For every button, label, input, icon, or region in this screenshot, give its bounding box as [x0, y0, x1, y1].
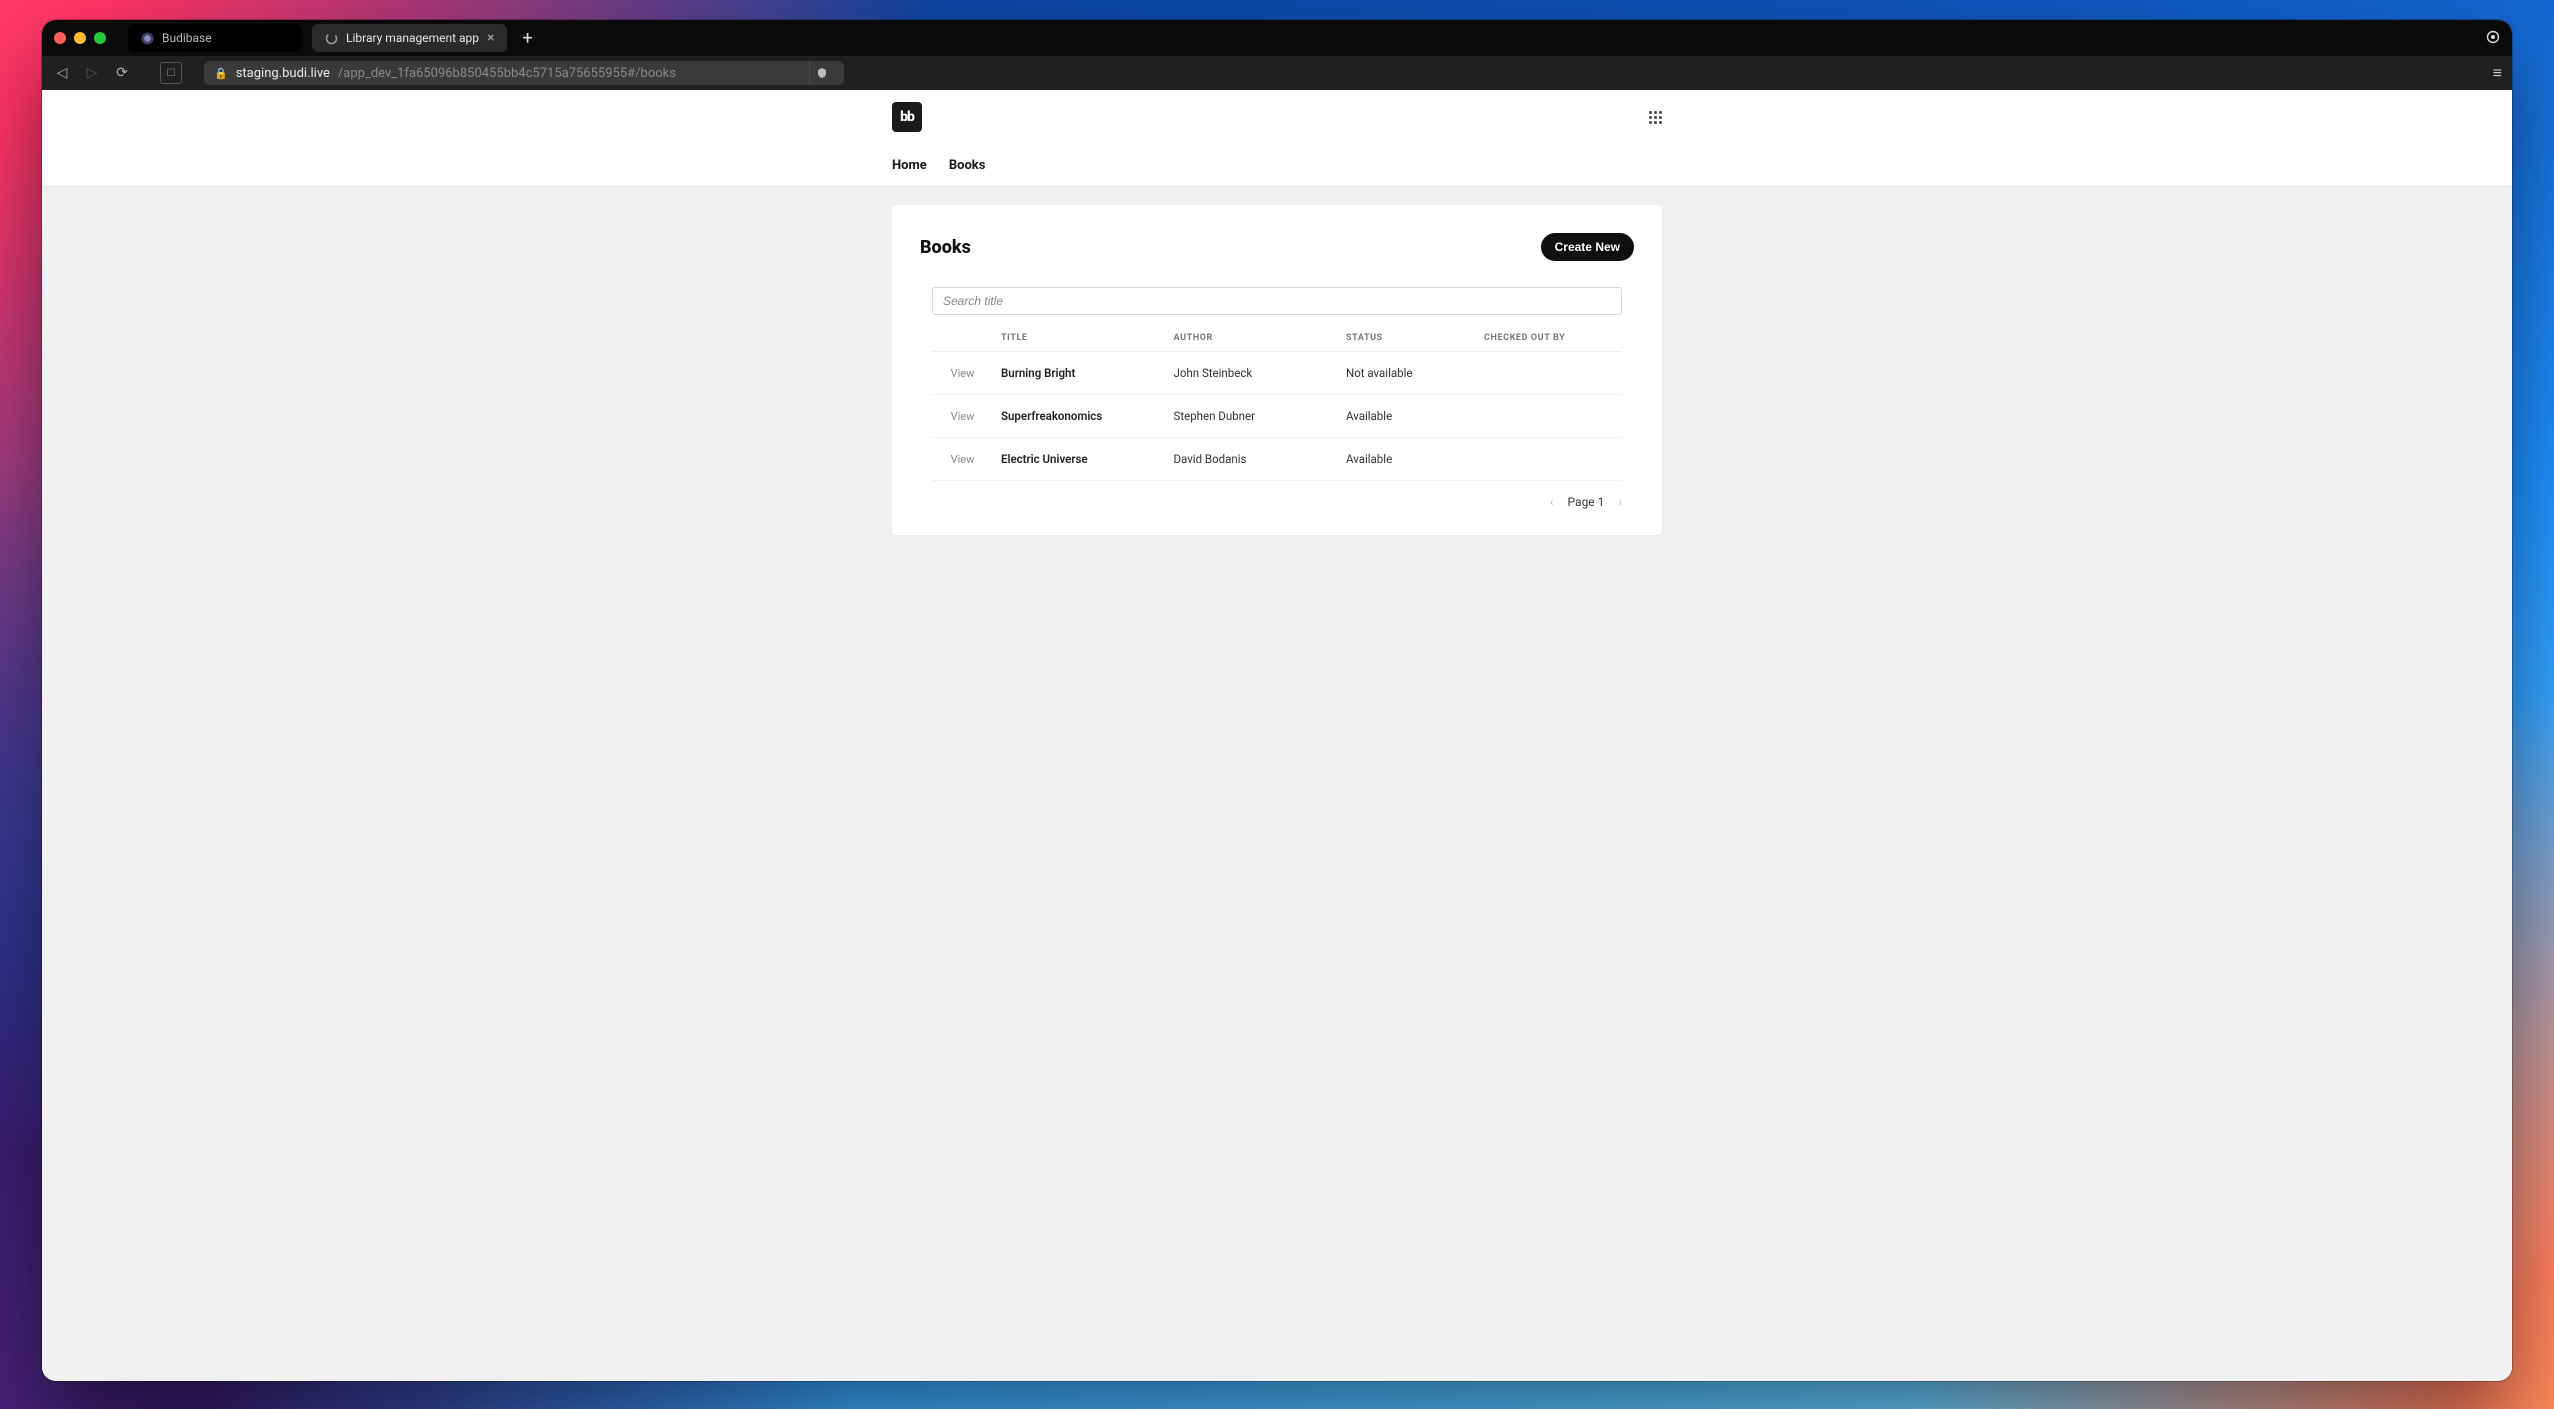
create-new-button[interactable]: Create New	[1541, 233, 1634, 261]
table-row: View Burning Bright John Steinbeck Not a…	[932, 352, 1622, 395]
cell-author: David Bodanis	[1174, 438, 1347, 481]
browser-window: Budibase Library management app × + ◁ ▷ …	[42, 20, 2512, 1381]
bookmark-button[interactable]: ☐	[160, 62, 182, 84]
back-button[interactable]: ◁	[52, 65, 72, 81]
cell-title: Electric Universe	[1001, 438, 1174, 481]
browser-toolbar: ◁ ▷ ⟳ ☐ 🔒 staging.budi.live/app_dev_1fa6…	[42, 56, 2512, 90]
nav-books[interactable]: Books	[949, 158, 986, 173]
view-link[interactable]: View	[932, 410, 993, 423]
url-host: staging.budi.live	[236, 66, 330, 81]
cell-author: Stephen Dubner	[1174, 395, 1347, 438]
cell-checked-out-by	[1484, 352, 1622, 395]
cell-status: Available	[1346, 395, 1484, 438]
tab-title: Library management app	[346, 31, 479, 45]
cell-author: John Steinbeck	[1174, 352, 1347, 395]
cell-checked-out-by	[1484, 395, 1622, 438]
forward-button[interactable]: ▷	[82, 65, 102, 81]
cell-status: Available	[1346, 438, 1484, 481]
close-tab-icon[interactable]: ×	[487, 30, 494, 46]
apps-menu-icon[interactable]	[1649, 111, 1662, 124]
shield-icon[interactable]	[809, 61, 834, 85]
cell-checked-out-by	[1484, 438, 1622, 481]
tab-strip: Budibase Library management app × +	[42, 20, 2512, 56]
reload-button[interactable]: ⟳	[112, 65, 132, 81]
loading-spinner-icon	[324, 31, 338, 45]
search-input[interactable]	[932, 287, 1622, 315]
pagination: ‹ Page 1 ›	[920, 481, 1634, 511]
col-header-author: AUTHOR	[1174, 325, 1347, 352]
window-controls	[54, 32, 106, 44]
browser-menu-button[interactable]: ≡	[2493, 63, 2502, 83]
col-header-title: TITLE	[1001, 325, 1174, 352]
cell-title: Superfreakonomics	[1001, 395, 1174, 438]
maximize-window-button[interactable]	[94, 32, 106, 44]
app-logo[interactable]: bb	[892, 102, 922, 132]
extension-icon[interactable]	[2486, 29, 2500, 48]
app-header: bb Home Books	[42, 90, 2512, 187]
url-path: /app_dev_1fa65096b850455bb4c5715a7565595…	[338, 66, 676, 81]
books-table: TITLE AUTHOR STATUS CHECKED OUT BY View …	[932, 325, 1622, 481]
app-nav: Home Books	[892, 144, 1662, 186]
next-page-button[interactable]: ›	[1618, 495, 1622, 509]
browser-tab-library-app[interactable]: Library management app ×	[312, 24, 507, 52]
address-bar[interactable]: 🔒 staging.budi.live/app_dev_1fa65096b850…	[204, 61, 844, 85]
col-header-checked-out-by: CHECKED OUT BY	[1484, 325, 1622, 352]
cell-title: Burning Bright	[1001, 352, 1174, 395]
app-viewport: bb Home Books Books Create New	[42, 90, 2512, 1381]
new-tab-button[interactable]: +	[517, 28, 539, 49]
view-link[interactable]: View	[932, 367, 993, 380]
minimize-window-button[interactable]	[74, 32, 86, 44]
tab-title: Budibase	[162, 31, 212, 45]
view-link[interactable]: View	[932, 453, 993, 466]
favicon-icon	[140, 31, 154, 45]
prev-page-button[interactable]: ‹	[1550, 495, 1554, 509]
books-card: Books Create New TITLE AUTHOR	[892, 205, 1662, 535]
nav-home[interactable]: Home	[892, 158, 927, 173]
table-row: View Electric Universe David Bodanis Ava…	[932, 438, 1622, 481]
col-header-view	[932, 325, 1001, 352]
browser-tab-budibase[interactable]: Budibase	[128, 24, 302, 52]
lock-icon: 🔒	[214, 67, 228, 80]
cell-status: Not available	[1346, 352, 1484, 395]
table-row: View Superfreakonomics Stephen Dubner Av…	[932, 395, 1622, 438]
col-header-status: STATUS	[1346, 325, 1484, 352]
pagination-label: Page 1	[1568, 495, 1605, 509]
close-window-button[interactable]	[54, 32, 66, 44]
page-title: Books	[920, 237, 971, 258]
table-header-row: TITLE AUTHOR STATUS CHECKED OUT BY	[932, 325, 1622, 352]
